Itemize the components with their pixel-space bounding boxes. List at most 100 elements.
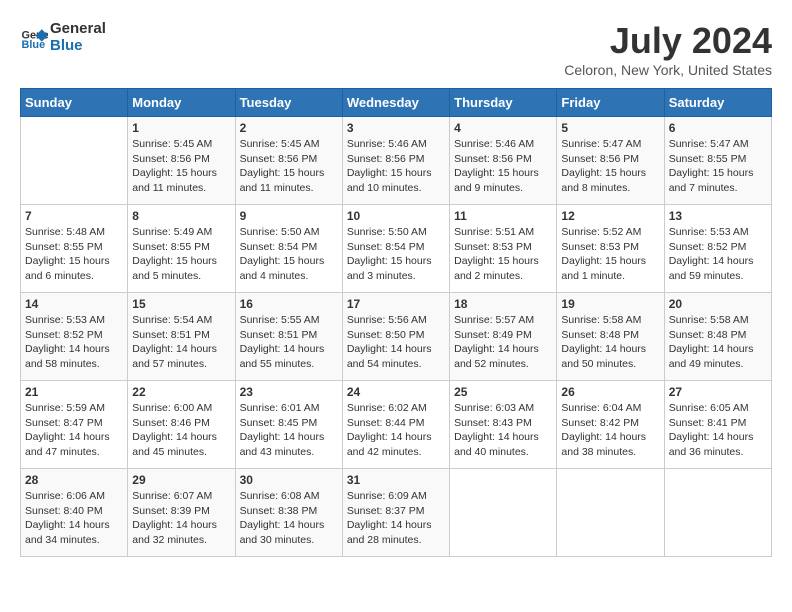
- calendar-cell: 30 Sunrise: 6:08 AMSunset: 8:38 PMDaylig…: [235, 469, 342, 557]
- day-number: 15: [132, 297, 230, 311]
- day-number: 27: [669, 385, 767, 399]
- calendar-cell: 17 Sunrise: 5:56 AMSunset: 8:50 PMDaylig…: [342, 293, 449, 381]
- day-info: Sunrise: 6:02 AMSunset: 8:44 PMDaylight:…: [347, 401, 445, 460]
- day-info: Sunrise: 5:53 AMSunset: 8:52 PMDaylight:…: [669, 225, 767, 284]
- day-number: 17: [347, 297, 445, 311]
- day-number: 23: [240, 385, 338, 399]
- day-number: 14: [25, 297, 123, 311]
- weekday-header: Wednesday: [342, 89, 449, 117]
- logo-text-line1: General: [50, 20, 106, 37]
- calendar-cell: 21 Sunrise: 5:59 AMSunset: 8:47 PMDaylig…: [21, 381, 128, 469]
- day-number: 11: [454, 209, 552, 223]
- calendar-cell: 25 Sunrise: 6:03 AMSunset: 8:43 PMDaylig…: [450, 381, 557, 469]
- calendar-cell: 10 Sunrise: 5:50 AMSunset: 8:54 PMDaylig…: [342, 205, 449, 293]
- calendar-cell: 3 Sunrise: 5:46 AMSunset: 8:56 PMDayligh…: [342, 117, 449, 205]
- day-info: Sunrise: 6:06 AMSunset: 8:40 PMDaylight:…: [25, 489, 123, 548]
- calendar-cell: 5 Sunrise: 5:47 AMSunset: 8:56 PMDayligh…: [557, 117, 664, 205]
- day-info: Sunrise: 5:56 AMSunset: 8:50 PMDaylight:…: [347, 313, 445, 372]
- calendar-cell: 14 Sunrise: 5:53 AMSunset: 8:52 PMDaylig…: [21, 293, 128, 381]
- day-number: 9: [240, 209, 338, 223]
- day-info: Sunrise: 5:51 AMSunset: 8:53 PMDaylight:…: [454, 225, 552, 284]
- day-info: Sunrise: 5:46 AMSunset: 8:56 PMDaylight:…: [347, 137, 445, 196]
- calendar-cell: 4 Sunrise: 5:46 AMSunset: 8:56 PMDayligh…: [450, 117, 557, 205]
- day-number: 24: [347, 385, 445, 399]
- day-info: Sunrise: 6:09 AMSunset: 8:37 PMDaylight:…: [347, 489, 445, 548]
- calendar-header: SundayMondayTuesdayWednesdayThursdayFrid…: [21, 89, 772, 117]
- day-number: 5: [561, 121, 659, 135]
- day-info: Sunrise: 5:46 AMSunset: 8:56 PMDaylight:…: [454, 137, 552, 196]
- day-number: 16: [240, 297, 338, 311]
- logo-icon: Gene Blue: [20, 23, 48, 51]
- calendar-cell: 15 Sunrise: 5:54 AMSunset: 8:51 PMDaylig…: [128, 293, 235, 381]
- calendar-cell: [450, 469, 557, 557]
- day-number: 21: [25, 385, 123, 399]
- page-header: Gene Blue General Blue July 2024 Celoron…: [20, 20, 772, 78]
- day-info: Sunrise: 6:08 AMSunset: 8:38 PMDaylight:…: [240, 489, 338, 548]
- day-info: Sunrise: 6:00 AMSunset: 8:46 PMDaylight:…: [132, 401, 230, 460]
- day-info: Sunrise: 5:45 AMSunset: 8:56 PMDaylight:…: [132, 137, 230, 196]
- day-info: Sunrise: 5:52 AMSunset: 8:53 PMDaylight:…: [561, 225, 659, 284]
- day-number: 29: [132, 473, 230, 487]
- day-number: 12: [561, 209, 659, 223]
- day-info: Sunrise: 5:48 AMSunset: 8:55 PMDaylight:…: [25, 225, 123, 284]
- weekday-header: Sunday: [21, 89, 128, 117]
- calendar-cell: 18 Sunrise: 5:57 AMSunset: 8:49 PMDaylig…: [450, 293, 557, 381]
- calendar-cell: [557, 469, 664, 557]
- day-number: 18: [454, 297, 552, 311]
- day-info: Sunrise: 5:59 AMSunset: 8:47 PMDaylight:…: [25, 401, 123, 460]
- day-info: Sunrise: 5:57 AMSunset: 8:49 PMDaylight:…: [454, 313, 552, 372]
- calendar-cell: 9 Sunrise: 5:50 AMSunset: 8:54 PMDayligh…: [235, 205, 342, 293]
- calendar-table: SundayMondayTuesdayWednesdayThursdayFrid…: [20, 88, 772, 557]
- day-info: Sunrise: 5:50 AMSunset: 8:54 PMDaylight:…: [347, 225, 445, 284]
- calendar-cell: 23 Sunrise: 6:01 AMSunset: 8:45 PMDaylig…: [235, 381, 342, 469]
- calendar-cell: 22 Sunrise: 6:00 AMSunset: 8:46 PMDaylig…: [128, 381, 235, 469]
- day-info: Sunrise: 5:50 AMSunset: 8:54 PMDaylight:…: [240, 225, 338, 284]
- day-number: 8: [132, 209, 230, 223]
- day-info: Sunrise: 6:03 AMSunset: 8:43 PMDaylight:…: [454, 401, 552, 460]
- day-number: 2: [240, 121, 338, 135]
- logo-text-line2: Blue: [50, 37, 106, 54]
- day-info: Sunrise: 5:55 AMSunset: 8:51 PMDaylight:…: [240, 313, 338, 372]
- day-info: Sunrise: 5:47 AMSunset: 8:56 PMDaylight:…: [561, 137, 659, 196]
- day-number: 3: [347, 121, 445, 135]
- weekday-header: Saturday: [664, 89, 771, 117]
- day-info: Sunrise: 6:05 AMSunset: 8:41 PMDaylight:…: [669, 401, 767, 460]
- calendar-cell: 16 Sunrise: 5:55 AMSunset: 8:51 PMDaylig…: [235, 293, 342, 381]
- calendar-cell: 27 Sunrise: 6:05 AMSunset: 8:41 PMDaylig…: [664, 381, 771, 469]
- calendar-cell: 12 Sunrise: 5:52 AMSunset: 8:53 PMDaylig…: [557, 205, 664, 293]
- weekday-header: Friday: [557, 89, 664, 117]
- calendar-cell: 19 Sunrise: 5:58 AMSunset: 8:48 PMDaylig…: [557, 293, 664, 381]
- day-info: Sunrise: 6:01 AMSunset: 8:45 PMDaylight:…: [240, 401, 338, 460]
- day-number: 20: [669, 297, 767, 311]
- calendar-cell: [664, 469, 771, 557]
- day-number: 1: [132, 121, 230, 135]
- logo: Gene Blue General Blue: [20, 20, 106, 54]
- calendar-cell: 28 Sunrise: 6:06 AMSunset: 8:40 PMDaylig…: [21, 469, 128, 557]
- calendar-cell: 31 Sunrise: 6:09 AMSunset: 8:37 PMDaylig…: [342, 469, 449, 557]
- day-number: 7: [25, 209, 123, 223]
- location-text: Celoron, New York, United States: [564, 62, 772, 78]
- calendar-cell: [21, 117, 128, 205]
- calendar-cell: 8 Sunrise: 5:49 AMSunset: 8:55 PMDayligh…: [128, 205, 235, 293]
- day-number: 30: [240, 473, 338, 487]
- day-number: 25: [454, 385, 552, 399]
- day-info: Sunrise: 6:04 AMSunset: 8:42 PMDaylight:…: [561, 401, 659, 460]
- day-number: 28: [25, 473, 123, 487]
- day-number: 22: [132, 385, 230, 399]
- day-number: 26: [561, 385, 659, 399]
- month-title: July 2024: [564, 20, 772, 62]
- calendar-cell: 11 Sunrise: 5:51 AMSunset: 8:53 PMDaylig…: [450, 205, 557, 293]
- calendar-cell: 7 Sunrise: 5:48 AMSunset: 8:55 PMDayligh…: [21, 205, 128, 293]
- day-number: 19: [561, 297, 659, 311]
- title-block: July 2024 Celoron, New York, United Stat…: [564, 20, 772, 78]
- day-number: 6: [669, 121, 767, 135]
- calendar-cell: 13 Sunrise: 5:53 AMSunset: 8:52 PMDaylig…: [664, 205, 771, 293]
- calendar-cell: 6 Sunrise: 5:47 AMSunset: 8:55 PMDayligh…: [664, 117, 771, 205]
- day-info: Sunrise: 6:07 AMSunset: 8:39 PMDaylight:…: [132, 489, 230, 548]
- calendar-cell: 26 Sunrise: 6:04 AMSunset: 8:42 PMDaylig…: [557, 381, 664, 469]
- day-info: Sunrise: 5:58 AMSunset: 8:48 PMDaylight:…: [561, 313, 659, 372]
- day-number: 10: [347, 209, 445, 223]
- day-info: Sunrise: 5:58 AMSunset: 8:48 PMDaylight:…: [669, 313, 767, 372]
- day-info: Sunrise: 5:54 AMSunset: 8:51 PMDaylight:…: [132, 313, 230, 372]
- calendar-cell: 20 Sunrise: 5:58 AMSunset: 8:48 PMDaylig…: [664, 293, 771, 381]
